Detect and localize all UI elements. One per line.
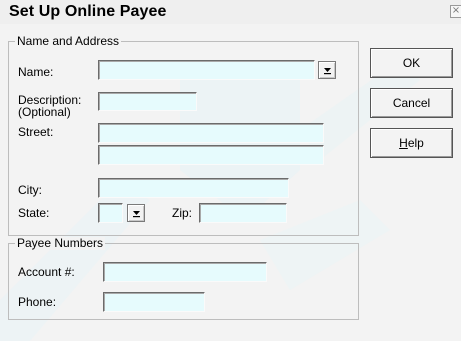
close-icon[interactable]: × bbox=[450, 5, 461, 18]
phone-field[interactable] bbox=[103, 292, 205, 312]
name-dropdown-button[interactable] bbox=[318, 61, 336, 79]
street-label: Street: bbox=[18, 125, 54, 139]
title-bar: Set Up Online Payee × bbox=[0, 0, 461, 24]
name-field[interactable] bbox=[98, 60, 315, 80]
ok-button[interactable]: OK bbox=[370, 48, 453, 78]
cancel-button[interactable]: Cancel bbox=[370, 88, 453, 118]
state-label: State: bbox=[18, 206, 50, 220]
dropdown-arrow-icon bbox=[323, 67, 331, 74]
help-button-label: elp bbox=[407, 136, 424, 150]
description-field[interactable] bbox=[98, 92, 197, 111]
description-label-line2: (Optional) bbox=[18, 105, 71, 119]
name-label: Name: bbox=[18, 65, 54, 79]
help-button-mnemonic: H bbox=[399, 136, 408, 150]
zip-field[interactable] bbox=[199, 203, 287, 223]
payee-numbers-legend: Payee Numbers bbox=[15, 236, 106, 250]
dialog-title: Set Up Online Payee bbox=[9, 3, 167, 20]
name-address-legend: Name and Address bbox=[15, 34, 122, 48]
city-label: City: bbox=[18, 183, 42, 197]
state-dropdown-button[interactable] bbox=[127, 204, 145, 222]
street-line1-field[interactable] bbox=[98, 123, 324, 143]
zip-label: Zip: bbox=[172, 206, 193, 220]
city-field[interactable] bbox=[98, 178, 289, 198]
description-label: Description: (Optional) bbox=[18, 94, 81, 118]
account-label: Account #: bbox=[18, 265, 75, 279]
phone-label: Phone: bbox=[18, 295, 57, 309]
state-field[interactable] bbox=[98, 203, 123, 223]
dropdown-arrow-icon bbox=[132, 210, 140, 217]
street-line2-field[interactable] bbox=[98, 145, 324, 165]
account-field[interactable] bbox=[103, 262, 267, 282]
help-button[interactable]: Help bbox=[370, 128, 453, 158]
